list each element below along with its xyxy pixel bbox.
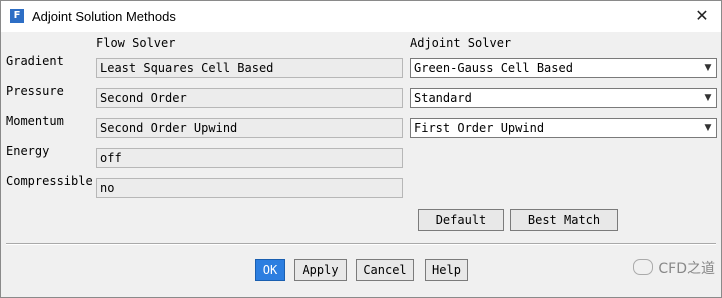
chevron-down-icon[interactable]: ▼ bbox=[702, 91, 714, 105]
row-label-momentum: Momentum bbox=[6, 114, 64, 128]
row-label-gradient: Gradient bbox=[6, 54, 64, 68]
adjoint-pressure-value: Standard bbox=[414, 91, 472, 105]
row-label-pressure: Pressure bbox=[6, 84, 64, 98]
adjoint-pressure-select[interactable]: Standard ▼ bbox=[410, 88, 717, 108]
flow-solver-header: Flow Solver bbox=[96, 36, 176, 50]
watermark-text: CFD之道 bbox=[658, 261, 715, 277]
title-bar: F Adjoint Solution Methods ✕ bbox=[1, 1, 721, 32]
adjoint-gradient-value: Green-Gauss Cell Based bbox=[414, 61, 573, 75]
cancel-button[interactable]: Cancel bbox=[356, 259, 414, 281]
separator bbox=[6, 243, 716, 245]
window-title: Adjoint Solution Methods bbox=[32, 9, 176, 24]
wechat-icon bbox=[633, 259, 654, 275]
flow-momentum-field: Second Order Upwind bbox=[96, 118, 403, 138]
row-label-compressible: Compressible bbox=[6, 174, 93, 188]
flow-pressure-field: Second Order bbox=[96, 88, 403, 108]
ok-button[interactable]: OK bbox=[255, 259, 285, 281]
row-label-energy: Energy bbox=[6, 144, 50, 158]
default-button[interactable]: Default bbox=[418, 209, 504, 231]
app-icon: F bbox=[10, 9, 24, 23]
dialog-window: F Adjoint Solution Methods ✕ Flow Solver… bbox=[0, 0, 722, 298]
close-icon[interactable]: ✕ bbox=[693, 7, 711, 25]
flow-compressible-field: no bbox=[96, 178, 403, 198]
best-match-button[interactable]: Best Match bbox=[510, 209, 618, 231]
adjoint-solver-header: Adjoint Solver bbox=[410, 36, 512, 50]
chevron-down-icon[interactable]: ▼ bbox=[702, 121, 714, 135]
flow-energy-field: off bbox=[96, 148, 403, 168]
help-button[interactable]: Help bbox=[425, 259, 468, 281]
adjoint-gradient-select[interactable]: Green-Gauss Cell Based ▼ bbox=[410, 58, 717, 78]
flow-gradient-field: Least Squares Cell Based bbox=[96, 58, 403, 78]
adjoint-momentum-value: First Order Upwind bbox=[414, 121, 545, 135]
apply-button[interactable]: Apply bbox=[294, 259, 347, 281]
chevron-down-icon[interactable]: ▼ bbox=[702, 61, 714, 75]
watermark: CFD之道 bbox=[633, 258, 715, 278]
adjoint-momentum-select[interactable]: First Order Upwind ▼ bbox=[410, 118, 717, 138]
